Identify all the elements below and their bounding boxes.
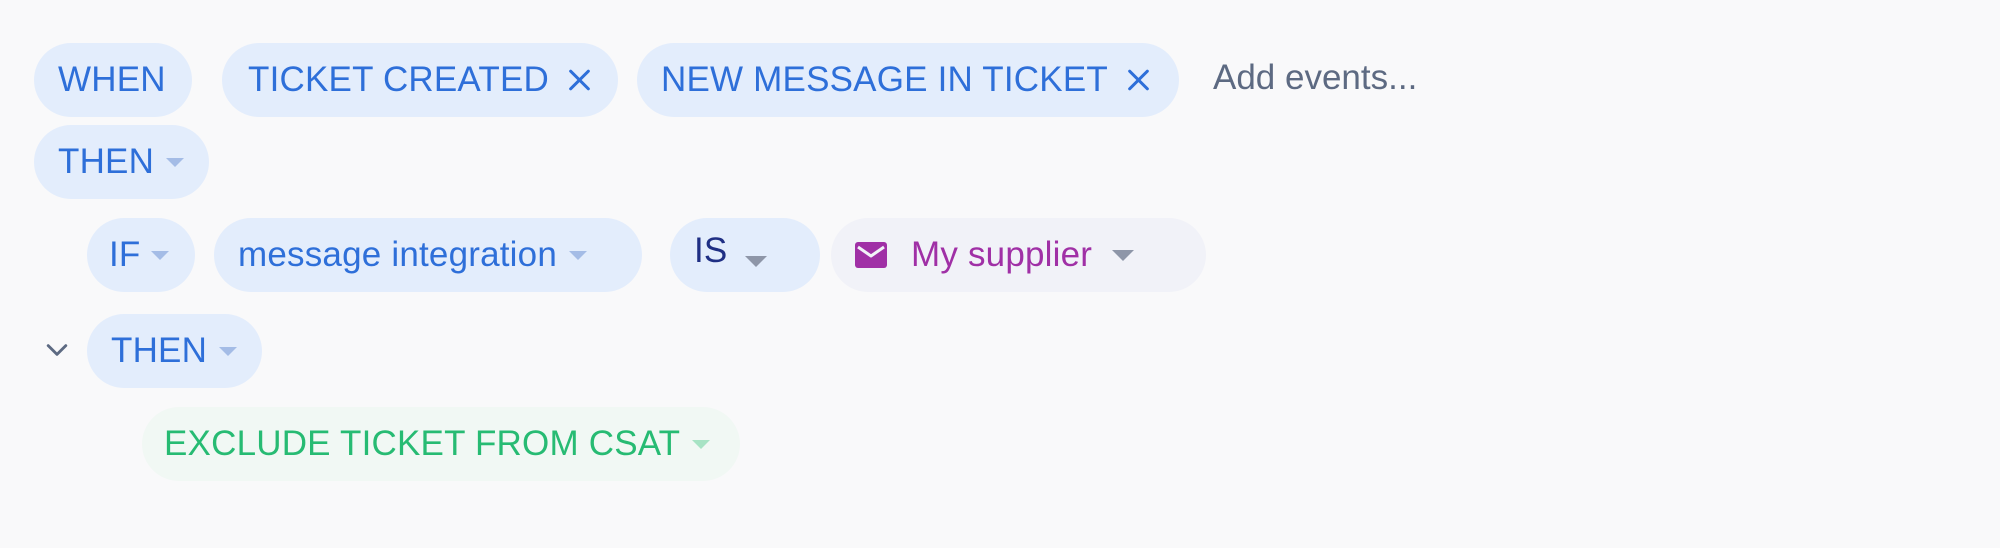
operator-label: IS <box>694 231 728 270</box>
event-chip-label: NEW MESSAGE IN TICKET <box>661 60 1108 99</box>
if-dropdown[interactable]: IF <box>87 218 195 292</box>
chevron-down-icon <box>150 250 169 260</box>
then-label: THEN <box>58 142 155 181</box>
if-label: IF <box>109 235 141 274</box>
event-chip-new-message-in-ticket[interactable]: NEW MESSAGE IN TICKET <box>637 43 1179 117</box>
chevron-down-icon <box>166 157 185 167</box>
operator-dropdown[interactable]: IS <box>670 218 820 292</box>
chevron-down-icon <box>569 250 587 260</box>
mail-icon <box>855 242 887 268</box>
then-inner-dropdown[interactable]: THEN <box>87 314 262 388</box>
value-label: My supplier <box>911 235 1093 274</box>
rule-builder: WHEN TICKET CREATED NEW MESSAGE IN TICKE… <box>0 0 2000 548</box>
field-dropdown[interactable]: message integration <box>214 218 642 292</box>
chevron-down-icon <box>745 255 768 267</box>
collapse-chevron-icon[interactable] <box>46 339 68 361</box>
remove-event-close-icon[interactable] <box>565 66 593 94</box>
add-events-input[interactable]: Add events... <box>1213 58 1417 98</box>
event-chip-ticket-created[interactable]: TICKET CREATED <box>222 43 618 117</box>
chevron-down-icon <box>1112 249 1135 261</box>
action-label: EXCLUDE TICKET FROM CSAT <box>164 424 681 463</box>
remove-event-close-icon[interactable] <box>1124 66 1152 94</box>
when-pill: WHEN <box>34 43 192 117</box>
then-dropdown[interactable]: THEN <box>34 125 209 199</box>
value-dropdown[interactable]: My supplier <box>831 218 1206 292</box>
then-inner-label: THEN <box>111 331 208 370</box>
event-chip-label: TICKET CREATED <box>248 60 549 99</box>
field-label: message integration <box>238 235 557 274</box>
chevron-down-icon <box>692 439 711 449</box>
when-label: WHEN <box>58 60 166 99</box>
action-dropdown[interactable]: EXCLUDE TICKET FROM CSAT <box>142 407 740 481</box>
chevron-down-icon <box>219 346 238 356</box>
